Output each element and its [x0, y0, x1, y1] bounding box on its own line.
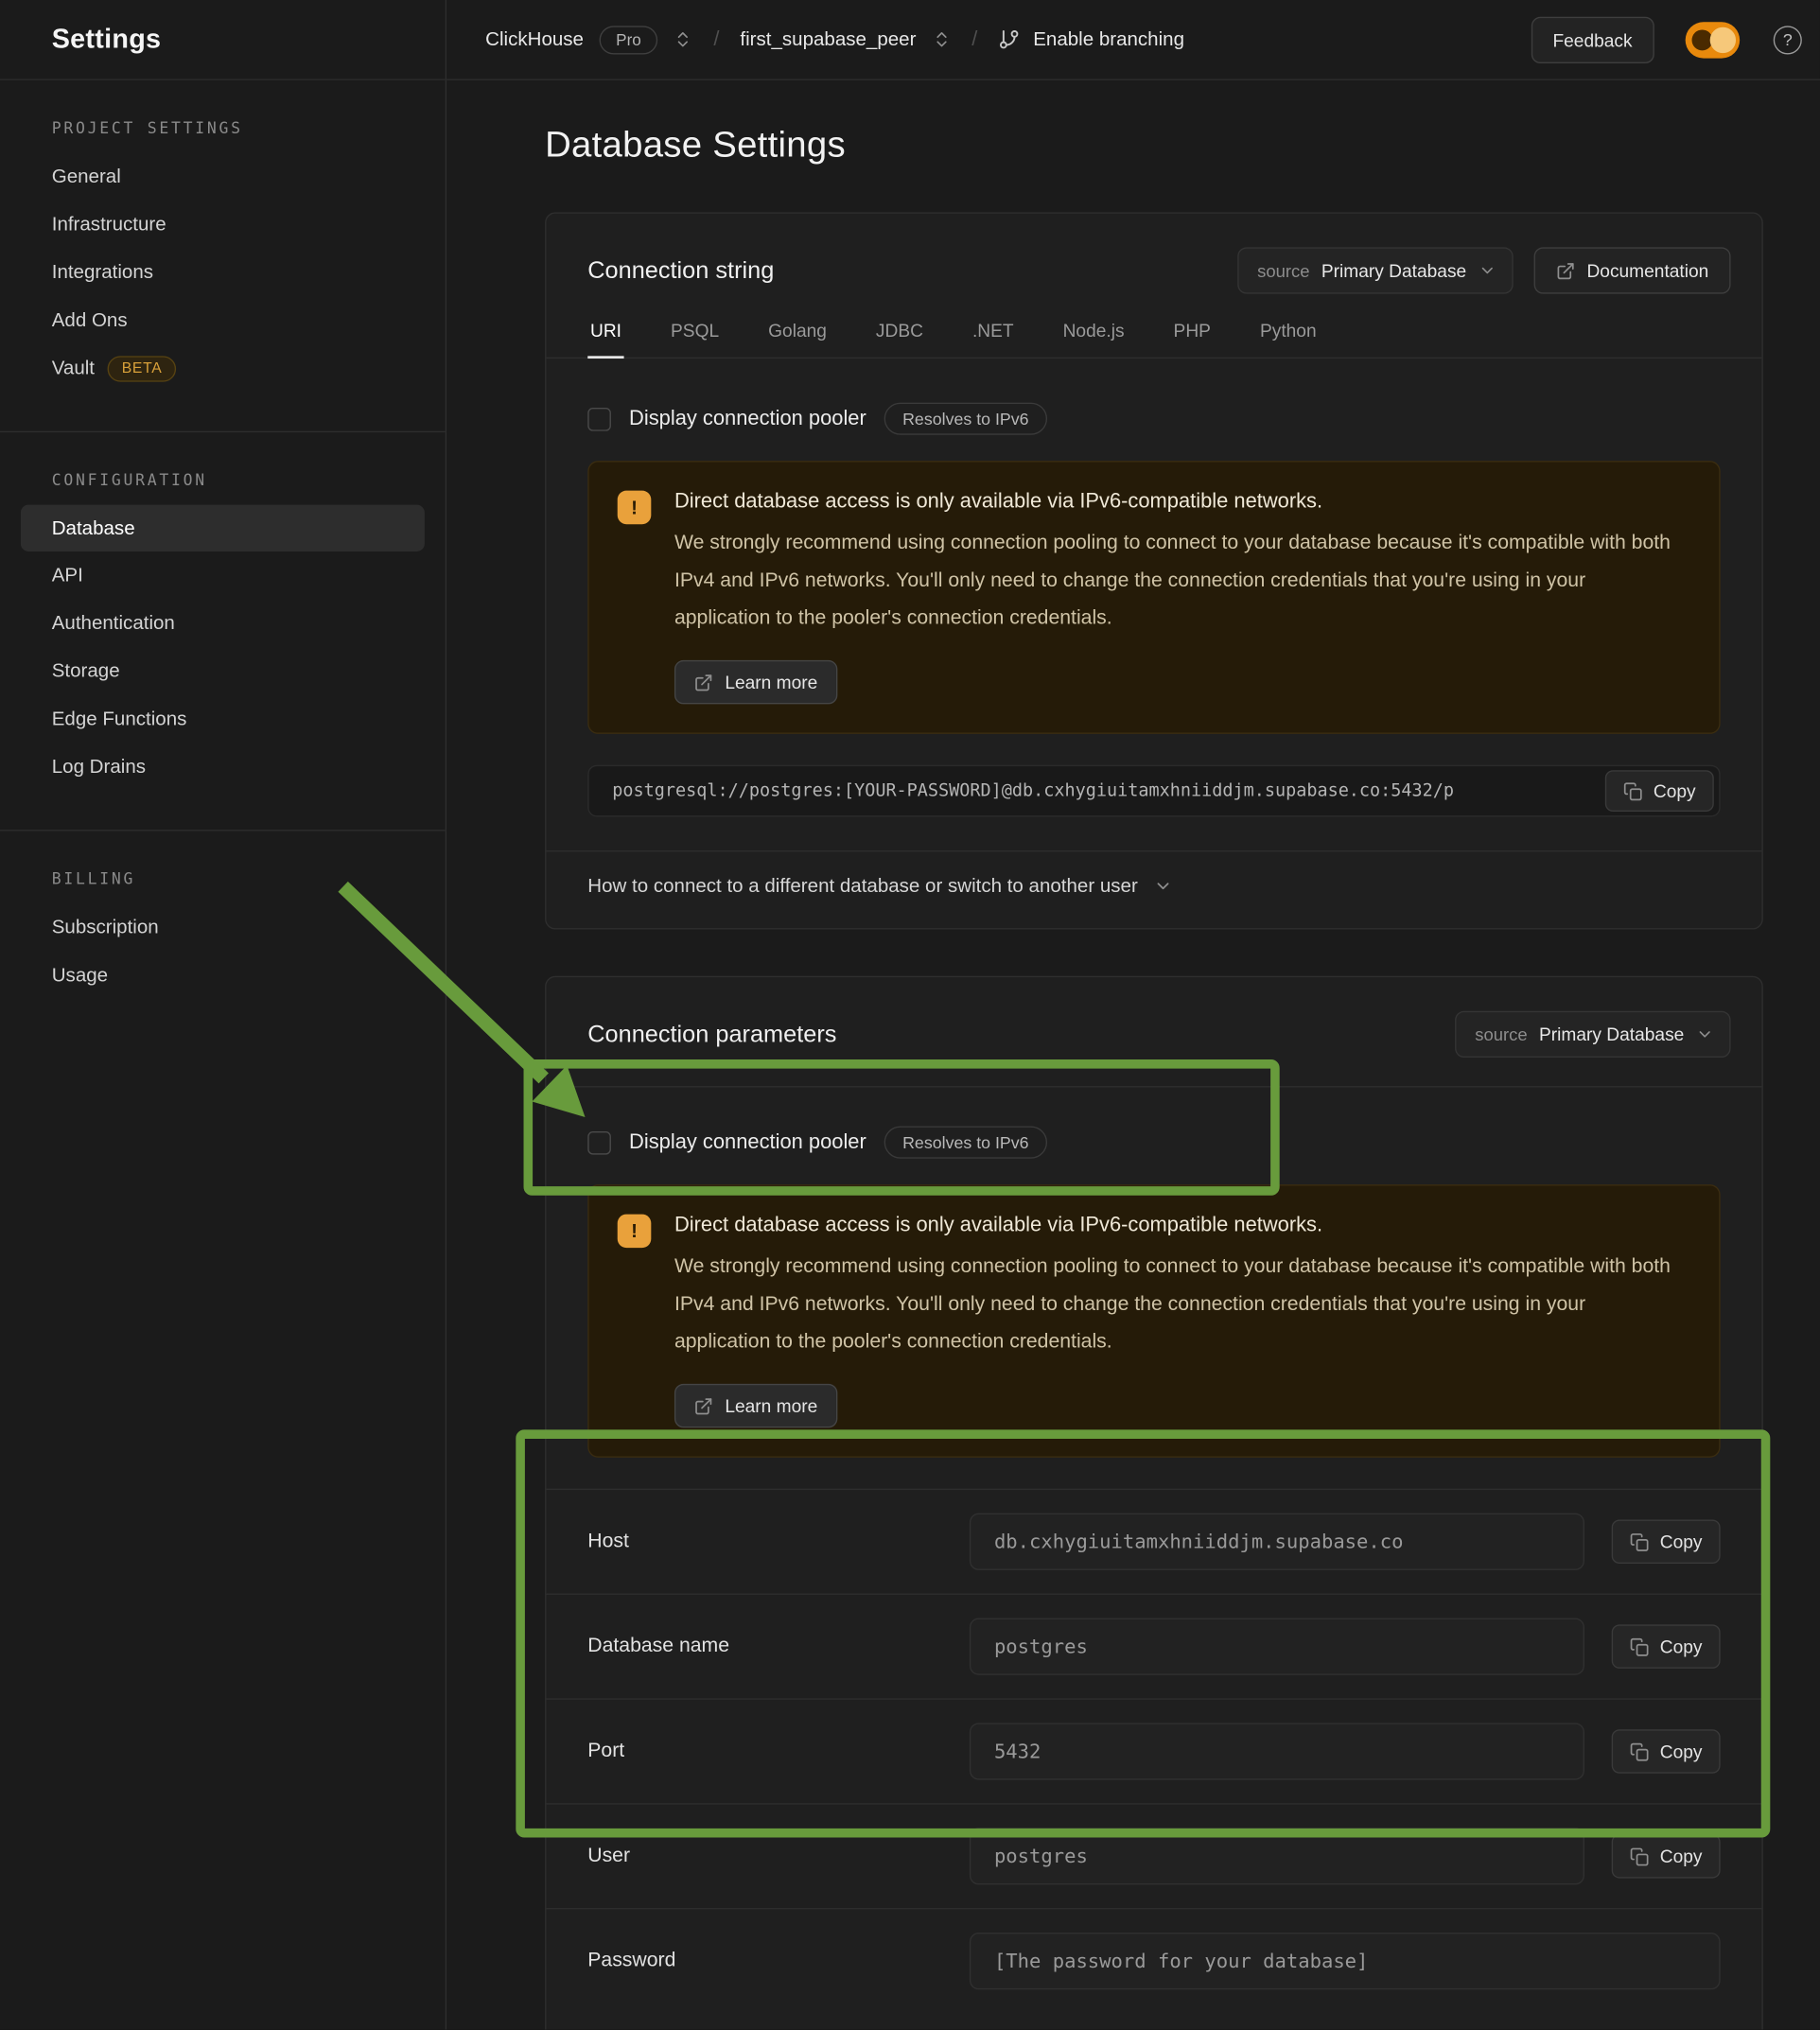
warning-icon: !	[618, 491, 652, 525]
main-content: Database Settings Connection string sour…	[446, 80, 1820, 2030]
enable-branching-button[interactable]: Enable branching	[1033, 28, 1184, 50]
chevrons-up-down-icon[interactable]	[932, 29, 952, 49]
sidebar: PROJECT SETTINGS General Infrastructure …	[0, 80, 446, 2030]
connection-parameters-card: Connection parameters source Primary Dat…	[545, 976, 1763, 2030]
source-select[interactable]: source Primary Database	[1238, 247, 1514, 293]
connection-uri-field[interactable]: postgresql://postgres:[YOUR-PASSWORD]@db…	[587, 765, 1720, 817]
help-icon[interactable]: ?	[1774, 26, 1802, 54]
breadcrumb-separator: /	[967, 27, 983, 51]
sidebar-item-usage[interactable]: Usage	[0, 952, 446, 1000]
sidebar-section-configuration: CONFIGURATION	[52, 471, 446, 489]
display-connection-pooler-label: Display connection pooler	[629, 1130, 866, 1154]
tab-psql[interactable]: PSQL	[668, 315, 722, 358]
user-field[interactable]: postgres	[970, 1828, 1584, 1884]
connection-uri-value: postgresql://postgres:[YOUR-PASSWORD]@db…	[612, 780, 1454, 801]
port-field[interactable]: 5432	[970, 1723, 1584, 1779]
tab-php[interactable]: PHP	[1171, 315, 1214, 358]
copy-uri-button[interactable]: Copy	[1605, 770, 1714, 812]
beta-badge: BETA	[108, 356, 177, 381]
ipv6-warning-panel: ! Direct database access is only availab…	[587, 1184, 1720, 1458]
connection-string-tabs: URI PSQL Golang JDBC .NET Node.js PHP Py…	[546, 315, 1761, 359]
tab-golang[interactable]: Golang	[765, 315, 829, 358]
chevrons-up-down-icon[interactable]	[674, 29, 693, 49]
tab-dotnet[interactable]: .NET	[970, 315, 1016, 358]
chevron-down-icon	[1696, 1025, 1714, 1043]
param-row-host: Host db.cxhygiuitamxhniiddjm.supabase.co…	[546, 1489, 1761, 1594]
top-header: ClickHouse Pro / first_supabase_peer / E…	[446, 0, 1820, 80]
app-title: Settings	[52, 24, 162, 55]
sidebar-item-storage[interactable]: Storage	[0, 647, 446, 695]
copy-icon	[1623, 781, 1643, 801]
copy-icon	[1630, 1532, 1650, 1552]
external-link-icon	[693, 1396, 713, 1416]
learn-more-button[interactable]: Learn more	[674, 1384, 837, 1428]
sidebar-item-api[interactable]: API	[0, 551, 446, 600]
copy-icon	[1630, 1741, 1650, 1761]
resolves-to-ipv6-badge: Resolves to IPv6	[884, 1127, 1047, 1159]
copy-icon	[1630, 1636, 1650, 1656]
sidebar-item-infrastructure[interactable]: Infrastructure	[0, 201, 446, 249]
param-row-port: Port 5432 Copy	[546, 1698, 1761, 1803]
user-avatar[interactable]	[1686, 22, 1740, 58]
sidebar-item-subscription[interactable]: Subscription	[0, 903, 446, 952]
sidebar-item-log-drains[interactable]: Log Drains	[0, 743, 446, 791]
sidebar-item-database[interactable]: Database	[21, 505, 425, 551]
host-field[interactable]: db.cxhygiuitamxhniiddjm.supabase.co	[970, 1514, 1584, 1570]
sidebar-item-integrations[interactable]: Integrations	[0, 249, 446, 297]
page-root: Settings ClickHouse Pro / first_supabase…	[0, 0, 1820, 2030]
learn-more-button[interactable]: Learn more	[674, 660, 837, 705]
documentation-button[interactable]: Documentation	[1533, 247, 1730, 293]
breadcrumb-project[interactable]: first_supabase_peer	[740, 28, 916, 50]
display-connection-pooler-label: Display connection pooler	[629, 407, 866, 430]
param-row-password: Password [The password for your database…	[546, 1908, 1761, 2013]
connection-string-card: Connection string source Primary Databas…	[545, 212, 1763, 929]
how-to-connect-link[interactable]: How to connect to a different database o…	[546, 850, 1761, 928]
external-link-icon	[693, 673, 713, 692]
external-link-icon	[1556, 261, 1576, 281]
sidebar-item-general[interactable]: General	[0, 152, 446, 201]
git-branch-icon	[998, 28, 1020, 50]
warning-icon: !	[618, 1215, 652, 1249]
chevron-down-icon	[1479, 261, 1496, 279]
tab-python[interactable]: Python	[1257, 315, 1319, 358]
chevron-down-icon	[1153, 876, 1173, 896]
database-name-field[interactable]: postgres	[970, 1619, 1584, 1675]
breadcrumb-separator: /	[709, 27, 725, 51]
connection-parameters-list: Host db.cxhygiuitamxhniiddjm.supabase.co…	[546, 1489, 1761, 2030]
sidebar-header: Settings	[0, 0, 446, 80]
warning-title: Direct database access is only available…	[674, 491, 1671, 515]
feedback-button[interactable]: Feedback	[1531, 16, 1654, 62]
copy-host-button[interactable]: Copy	[1612, 1520, 1721, 1565]
source-select[interactable]: source Primary Database	[1456, 1011, 1731, 1058]
display-connection-pooler-checkbox[interactable]	[587, 407, 611, 430]
copy-port-button[interactable]: Copy	[1612, 1729, 1721, 1774]
plan-badge: Pro	[599, 26, 657, 54]
copy-database-name-button[interactable]: Copy	[1612, 1624, 1721, 1669]
param-row-user: User postgres Copy	[546, 1803, 1761, 1908]
tab-jdbc[interactable]: JDBC	[873, 315, 926, 358]
password-field[interactable]: [The password for your database]	[970, 1933, 1721, 1989]
page-title: Database Settings	[545, 124, 1763, 176]
connection-string-title: Connection string	[587, 256, 1216, 285]
sidebar-item-edge-functions[interactable]: Edge Functions	[0, 695, 446, 744]
param-row-database-name: Database name postgres Copy	[546, 1594, 1761, 1699]
tab-nodejs[interactable]: Node.js	[1060, 315, 1127, 358]
sidebar-item-authentication[interactable]: Authentication	[0, 600, 446, 648]
warning-body: We strongly recommend using connection p…	[674, 1248, 1671, 1360]
tab-uri[interactable]: URI	[587, 315, 623, 359]
ipv6-warning-panel: ! Direct database access is only availab…	[587, 461, 1720, 734]
breadcrumb-org[interactable]: ClickHouse	[485, 28, 584, 50]
sidebar-item-vault[interactable]: Vault BETA	[0, 344, 446, 393]
copy-icon	[1630, 1846, 1650, 1866]
copy-user-button[interactable]: Copy	[1612, 1834, 1721, 1879]
connection-parameters-title: Connection parameters	[587, 1020, 1435, 1048]
warning-body: We strongly recommend using connection p…	[674, 524, 1671, 637]
sidebar-section-project-settings: PROJECT SETTINGS	[52, 119, 446, 137]
resolves-to-ipv6-badge: Resolves to IPv6	[884, 403, 1047, 435]
sidebar-item-add-ons[interactable]: Add Ons	[0, 296, 446, 344]
display-connection-pooler-checkbox[interactable]	[587, 1130, 611, 1154]
sidebar-section-billing: BILLING	[52, 870, 446, 888]
warning-title: Direct database access is only available…	[674, 1215, 1671, 1238]
